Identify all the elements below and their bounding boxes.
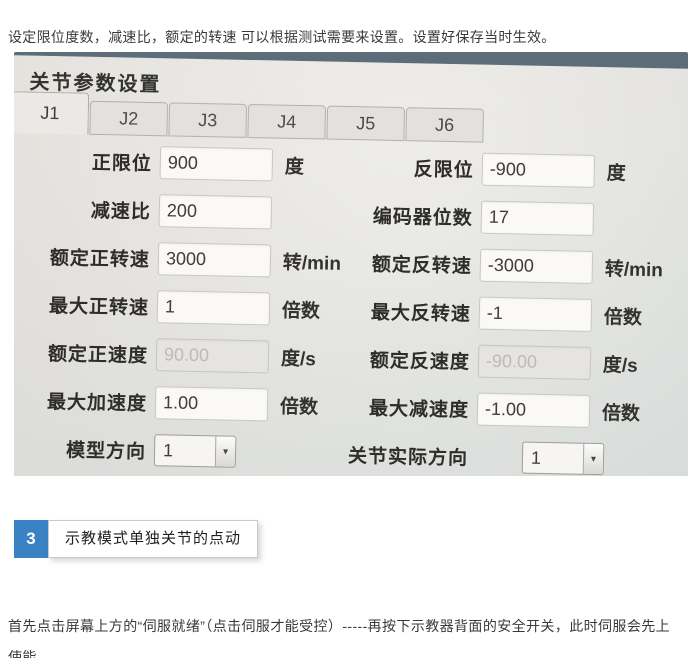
max-acceleration-unit: 倍数 [280, 391, 319, 419]
max-deceleration-unit: 倍数 [602, 398, 641, 426]
max-fwd-speed-unit: 倍数 [282, 295, 321, 323]
rated-fwd-speed-input[interactable] [158, 242, 272, 277]
max-rev-speed-label: 最大反转速 [349, 297, 472, 326]
max-deceleration-input[interactable] [477, 392, 591, 427]
rated-rev-speed-label: 额定反转速 [350, 249, 473, 278]
footer-text: 首先点击屏幕上方的“伺服就绪”（点击伺服才能受控）-----再按下示教器背面的安… [8, 611, 682, 658]
encoder-bits-input[interactable] [481, 200, 595, 235]
max-acceleration-input[interactable] [155, 386, 269, 421]
positive-limit-label: 正限位 [14, 146, 152, 176]
field-row-joint-actual-direction: 关节实际方向 1 ▾ [346, 430, 660, 476]
max-fwd-speed-input[interactable] [157, 290, 271, 325]
step-number-badge: 3 [14, 520, 48, 558]
step-heading: 3 示教模式单独关节的点动 [14, 520, 258, 558]
rated-rev-velocity-unit: 度/s [603, 350, 638, 378]
tab-j6[interactable]: J6 [405, 107, 484, 143]
max-acceleration-label: 最大加速度 [14, 386, 147, 416]
rated-fwd-velocity-label: 额定正速度 [14, 338, 148, 368]
joint-tab-bar: J1 J2 J3 J4 J5 J6 [14, 91, 485, 143]
intro-text: 设定限位度数，减速比，额定的转速 可以根据测试需要来设置。设置好保存当时生效。 [8, 26, 684, 48]
negative-limit-label: 反限位 [352, 153, 475, 182]
negative-limit-input[interactable] [481, 152, 595, 187]
field-row-rated-fwd-velocity: 额定正速度 度/s [14, 327, 340, 382]
field-row-positive-limit: 正限位 度 [14, 135, 343, 190]
max-fwd-speed-label: 最大正转速 [14, 290, 149, 320]
reduction-ratio-input[interactable] [159, 194, 273, 229]
field-row-model-direction: 模型方向 1 ▾ [14, 423, 338, 476]
joint-actual-direction-label: 关节实际方向 [346, 440, 469, 469]
field-row-max-rev-speed: 最大反转速 倍数 [348, 286, 662, 340]
rated-fwd-velocity-input [156, 338, 270, 373]
step-title: 示教模式单独关节的点动 [48, 520, 258, 558]
positive-limit-unit: 度 [285, 151, 305, 178]
rated-fwd-speed-label: 额定正转速 [14, 242, 150, 272]
rated-rev-velocity-label: 额定反速度 [348, 345, 471, 374]
left-field-column: 正限位 度 减速比 额定正转速 转/min 最大正转速 倍数 [14, 135, 343, 476]
field-row-max-fwd-speed: 最大正转速 倍数 [14, 279, 340, 334]
field-row-rated-rev-velocity: 额定反速度 度/s [348, 334, 662, 388]
field-row-max-deceleration: 最大减速度 倍数 [347, 382, 661, 436]
max-rev-speed-unit: 倍数 [604, 302, 643, 330]
chevron-down-icon[interactable]: ▾ [215, 436, 236, 466]
max-deceleration-label: 最大减速度 [347, 392, 470, 421]
joint-settings-photo: 关节参数设置 J1 J2 J3 J4 J5 J6 正限位 度 减速比 [14, 52, 688, 476]
tab-j5[interactable]: J5 [326, 106, 405, 142]
field-row-negative-limit: 反限位 度 [351, 142, 665, 196]
field-row-max-acceleration: 最大加速度 倍数 [14, 375, 339, 430]
reduction-ratio-label: 减速比 [14, 194, 151, 224]
field-row-encoder-bits: 编码器位数 [350, 190, 664, 244]
rated-rev-speed-input[interactable] [480, 248, 594, 283]
model-direction-value: 1 [155, 435, 216, 466]
positive-limit-input[interactable] [160, 146, 274, 181]
tab-j4[interactable]: J4 [247, 104, 326, 140]
joint-actual-direction-value: 1 [523, 443, 584, 474]
rated-fwd-velocity-unit: 度/s [281, 343, 316, 371]
joint-settings-screen: 关节参数设置 J1 J2 J3 J4 J5 J6 正限位 度 减速比 [14, 55, 688, 476]
tab-j1[interactable]: J1 [14, 91, 89, 135]
chevron-down-icon[interactable]: ▾ [583, 444, 604, 474]
right-field-column: 反限位 度 编码器位数 额定反转速 转/min 最大反转速 倍 [346, 142, 666, 476]
field-row-rated-fwd-speed: 额定正转速 转/min [14, 231, 341, 286]
rated-fwd-speed-unit: 转/min [283, 247, 342, 275]
joint-actual-direction-dropdown[interactable]: 1 ▾ [522, 442, 605, 476]
field-row-reduction-ratio: 减速比 [14, 183, 342, 238]
encoder-bits-label: 编码器位数 [351, 201, 474, 230]
negative-limit-unit: 度 [607, 158, 627, 185]
field-row-rated-rev-speed: 额定反转速 转/min [349, 238, 663, 292]
model-direction-label: 模型方向 [14, 434, 146, 464]
tab-j3[interactable]: J3 [168, 102, 247, 138]
rated-rev-velocity-input [478, 344, 592, 379]
page: 设定限位度数，减速比，额定的转速 可以根据测试需要来设置。设置好保存当时生效。 … [0, 0, 688, 658]
max-rev-speed-input[interactable] [479, 296, 593, 331]
model-direction-dropdown[interactable]: 1 ▾ [154, 434, 237, 468]
tab-j2[interactable]: J2 [89, 101, 168, 137]
rated-rev-speed-unit: 转/min [605, 254, 664, 282]
